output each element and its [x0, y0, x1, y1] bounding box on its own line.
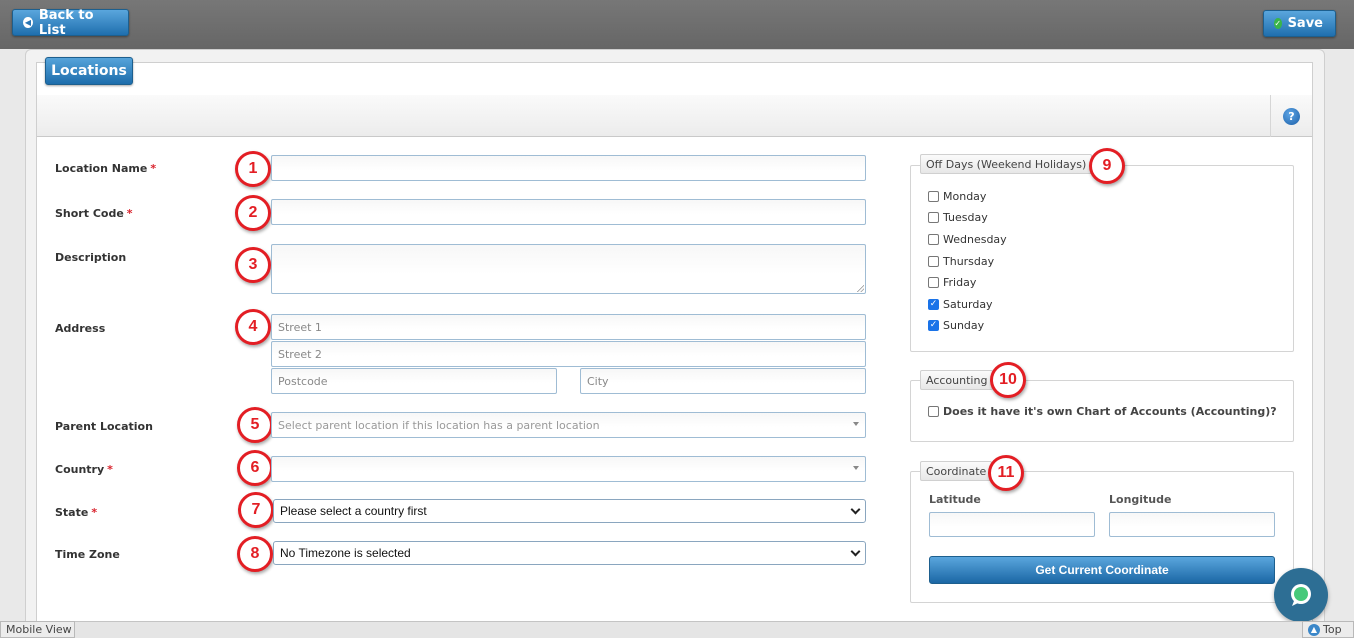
- chat-button[interactable]: [1274, 568, 1328, 622]
- scroll-top-button[interactable]: ▲ Top: [1302, 621, 1354, 638]
- description-label: Description: [55, 251, 127, 264]
- marker-5: 5: [237, 407, 273, 443]
- checkbox[interactable]: [928, 234, 939, 245]
- longitude-label: Longitude: [1109, 493, 1172, 506]
- marker-2: 2: [235, 195, 271, 231]
- off-day-monday[interactable]: Monday: [928, 190, 986, 203]
- marker-7: 7: [238, 492, 274, 528]
- marker-10: 10: [990, 362, 1026, 398]
- street2-input[interactable]: Street 2: [271, 341, 866, 367]
- marker-4: 4: [235, 309, 271, 345]
- country-select[interactable]: [271, 456, 866, 482]
- top-toolbar: [0, 0, 1354, 49]
- dropdown-caret-icon: [853, 466, 859, 470]
- marker-8: 8: [237, 536, 273, 572]
- mobile-view-button[interactable]: Mobile View: [0, 621, 75, 638]
- state-label: State *: [55, 506, 98, 519]
- marker-3: 3: [235, 247, 271, 283]
- chevron-down-icon: [850, 546, 861, 557]
- accounting-legend: Accounting: [920, 370, 994, 390]
- marker-11: 11: [988, 455, 1024, 491]
- tab-locations[interactable]: Locations: [45, 57, 133, 85]
- location-name-label: Location Name *: [55, 162, 157, 175]
- time-zone-label: Time Zone: [55, 548, 120, 561]
- panel-subheader: [37, 95, 1312, 137]
- off-day-tuesday[interactable]: Tuesday: [928, 211, 988, 224]
- postcode-input[interactable]: Postcode: [271, 368, 557, 394]
- time-zone-select[interactable]: No Timezone is selected: [273, 541, 866, 565]
- longitude-input[interactable]: [1109, 512, 1275, 537]
- address-label: Address: [55, 322, 106, 335]
- latitude-input[interactable]: [929, 512, 1095, 537]
- short-code-input[interactable]: [271, 199, 866, 225]
- checkbox[interactable]: [928, 256, 939, 267]
- off-day-friday[interactable]: Friday: [928, 276, 976, 289]
- help-button[interactable]: ?: [1270, 95, 1312, 137]
- checkbox[interactable]: [928, 406, 939, 417]
- off-day-sunday[interactable]: ✓ Sunday: [928, 319, 984, 332]
- short-code-label: Short Code *: [55, 207, 133, 220]
- parent-location-select[interactable]: Select parent location if this location …: [271, 412, 866, 438]
- marker-6: 6: [237, 450, 273, 486]
- location-name-input[interactable]: [271, 155, 866, 181]
- marker-1: 1: [235, 151, 271, 187]
- off-day-wednesday[interactable]: Wednesday: [928, 233, 1007, 246]
- save-label: Save: [1287, 16, 1323, 31]
- back-to-list-label: Back to List: [38, 7, 94, 38]
- help-icon: ?: [1283, 107, 1300, 125]
- up-arrow-icon: ▲: [1308, 623, 1320, 636]
- resize-grip-icon[interactable]: [857, 285, 864, 292]
- coordinate-legend: Coordinate: [920, 461, 993, 481]
- state-select[interactable]: Please select a country first: [273, 499, 866, 523]
- back-arrow-icon: ◀: [23, 17, 33, 28]
- city-input[interactable]: City: [580, 368, 866, 394]
- get-current-coordinate-button[interactable]: Get Current Coordinate: [929, 556, 1275, 584]
- latitude-label: Latitude: [929, 493, 981, 506]
- checkbox-checked[interactable]: ✓: [928, 320, 939, 331]
- checkbox-checked[interactable]: ✓: [928, 299, 939, 310]
- checkbox[interactable]: [928, 212, 939, 223]
- save-button[interactable]: ✓ Save: [1263, 10, 1336, 37]
- chevron-down-icon: [850, 504, 861, 515]
- off-day-thursday[interactable]: Thursday: [928, 255, 994, 268]
- parent-location-label: Parent Location: [55, 420, 153, 433]
- description-textarea[interactable]: [271, 244, 866, 294]
- own-chart-of-accounts[interactable]: Does it have it's own Chart of Accounts …: [928, 405, 1277, 418]
- off-day-saturday[interactable]: ✓ Saturday: [928, 298, 993, 311]
- checkbox[interactable]: [928, 191, 939, 202]
- chat-icon: [1291, 584, 1311, 606]
- back-to-list-button[interactable]: ◀ Back to List: [12, 7, 129, 38]
- check-icon: ✓: [1274, 18, 1282, 29]
- off-days-legend: Off Days (Weekend Holidays): [920, 154, 1093, 174]
- country-label: Country *: [55, 463, 113, 476]
- tab-locations-label: Locations: [51, 63, 127, 79]
- checkbox[interactable]: [928, 277, 939, 288]
- street1-input[interactable]: Street 1: [271, 314, 866, 340]
- marker-9: 9: [1089, 148, 1125, 184]
- bottom-bar: [0, 621, 1354, 638]
- dropdown-caret-icon: [853, 422, 859, 426]
